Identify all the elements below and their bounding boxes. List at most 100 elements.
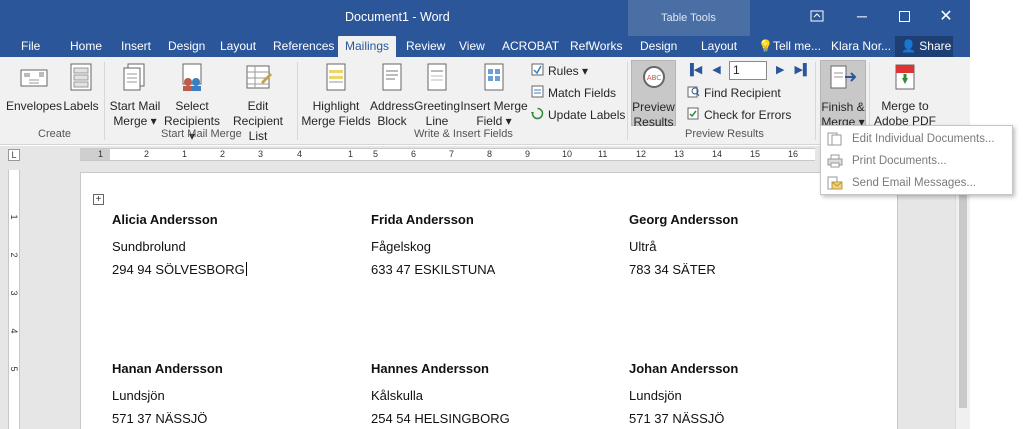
- next-record-icon[interactable]: ▶: [776, 63, 784, 76]
- envelope-icon: [5, 62, 63, 96]
- tab-references[interactable]: References: [273, 36, 334, 57]
- menu-item-label: Send Email Messages...: [852, 177, 977, 189]
- address-label[interactable]: Hanan Andersson Lundsjön 571 37 NÄSSJÖ: [112, 361, 223, 429]
- share-button[interactable]: 👤 Share: [895, 36, 953, 57]
- start-mail-merge-label-2: Merge ▾: [113, 114, 157, 128]
- update-labels-button[interactable]: Update Labels: [531, 107, 625, 123]
- last-record-icon[interactable]: ▶▌: [794, 63, 810, 76]
- close-button[interactable]: ✕: [932, 5, 960, 27]
- ruler-number: 1: [348, 149, 354, 159]
- recipient-name: Frida Andersson: [371, 212, 474, 227]
- address-block-button[interactable]: Address Block: [369, 62, 415, 129]
- ruler-number: 3: [258, 149, 264, 159]
- envelopes-button[interactable]: Envelopes: [5, 62, 63, 114]
- previous-record-icon[interactable]: ◀: [712, 63, 720, 76]
- address-label[interactable]: Georg Andersson Ultrå 783 34 SÄTER: [629, 212, 738, 285]
- rules-button[interactable]: Rules ▾: [531, 63, 588, 79]
- match-fields-button[interactable]: Match Fields: [531, 85, 616, 101]
- group-separator: [104, 62, 105, 140]
- insert-merge-field-button[interactable]: Insert Merge Field ▾: [460, 62, 528, 129]
- horizontal-ruler[interactable]: 1 2 1 1 2 3 4 5 6 7 8 9 10 11 12 13 14 1…: [80, 148, 815, 161]
- finish-merge-icon: [821, 63, 865, 97]
- tab-acrobat[interactable]: ACROBAT: [502, 36, 559, 57]
- finish-merge-button[interactable]: Finish & Merge ▾: [820, 60, 866, 129]
- update-labels-icon: [531, 107, 544, 123]
- tab-layout[interactable]: Layout: [220, 36, 256, 57]
- greeting-line-button[interactable]: Greeting Line: [414, 62, 460, 129]
- start-mail-merge-icon: [107, 62, 163, 96]
- labels-button[interactable]: Labels: [62, 62, 100, 114]
- tab-home[interactable]: Home: [70, 36, 102, 57]
- table-move-handle-icon[interactable]: +: [93, 194, 104, 205]
- person-icon: 👤: [901, 39, 916, 53]
- group-separator: [627, 62, 628, 140]
- preview-results-button[interactable]: ABC Preview Results: [631, 60, 676, 129]
- vertical-ruler[interactable]: 1 2 3 4 5: [8, 170, 20, 429]
- menu-item-label: Print Documents...: [852, 155, 947, 167]
- first-record-icon[interactable]: ▐◀: [686, 63, 702, 76]
- edit-list-icon: [223, 62, 293, 96]
- ruler-number: 1: [98, 149, 104, 159]
- vertical-scrollbar[interactable]: [955, 164, 970, 429]
- address-label[interactable]: Frida Andersson Fågelskog 633 47 ESKILST…: [371, 212, 495, 285]
- recipient-city: 571 37 NÄSSJÖ: [629, 411, 725, 426]
- tab-mailings[interactable]: Mailings: [338, 36, 397, 57]
- address-label[interactable]: Johan Andersson Lundsjön 571 37 NÄSSJÖ: [629, 361, 738, 429]
- highlight-merge-fields-button[interactable]: Highlight Merge Fields: [301, 62, 371, 129]
- highlight-label-2: Merge Fields: [301, 114, 371, 128]
- edit-recipient-list-label-1: Edit: [247, 99, 269, 113]
- group-write-insert-label: Write & Insert Fields: [414, 128, 513, 140]
- address-label[interactable]: Alicia Andersson Sundbrolund 294 94 SÖLV…: [112, 212, 247, 285]
- match-fields-label: Match Fields: [548, 86, 617, 100]
- find-recipient-label: Find Recipient: [704, 86, 781, 100]
- menu-item-print-documents[interactable]: Print Documents...: [821, 150, 1012, 172]
- menu-item-edit-documents[interactable]: Edit Individual Documents...: [821, 128, 1012, 150]
- menu-item-send-email[interactable]: Send Email Messages...: [821, 172, 1012, 194]
- recipient-name: Alicia Andersson: [112, 212, 218, 227]
- finish-merge-label-1: Finish &: [821, 100, 865, 114]
- check-errors-button[interactable]: Check for Errors: [687, 107, 791, 123]
- find-recipient-button[interactable]: Find Recipient: [687, 85, 781, 101]
- user-name[interactable]: Klara Nor...: [831, 36, 891, 57]
- tab-table-layout[interactable]: Layout: [701, 36, 737, 57]
- tab-selector[interactable]: L: [8, 149, 20, 161]
- ribbon-display-options-icon[interactable]: [803, 5, 831, 27]
- vertical-ruler-number: 3: [9, 290, 19, 296]
- finish-merge-menu: Edit Individual Documents... Print Docum…: [820, 125, 1013, 195]
- labels-label: Labels: [63, 99, 99, 113]
- tab-insert[interactable]: Insert: [121, 36, 151, 57]
- minimize-button[interactable]: ─: [848, 5, 876, 27]
- recipient-name: Johan Andersson: [629, 361, 739, 376]
- tell-me-box[interactable]: 💡Tell me...: [758, 36, 821, 57]
- update-labels-label: Update Labels: [548, 108, 626, 122]
- tab-review[interactable]: Review: [406, 36, 445, 57]
- start-mail-merge-button[interactable]: Start Mail Merge ▾: [107, 62, 163, 129]
- tab-refworks[interactable]: RefWorks: [570, 36, 622, 57]
- merge-to-adobe-pdf-button[interactable]: Merge to Adobe PDF: [872, 62, 938, 129]
- record-navigation-next: ▶ ▶▌: [776, 63, 811, 76]
- vertical-ruler-number: 4: [9, 328, 19, 334]
- tab-table-design[interactable]: Design: [640, 36, 677, 57]
- recipient-city: 294 94 SÖLVESBORG: [112, 262, 245, 277]
- rules-icon: [531, 63, 544, 79]
- greeting-line-icon: [414, 62, 460, 96]
- tab-design[interactable]: Design: [168, 36, 205, 57]
- ruler-number: 14: [712, 149, 723, 159]
- desktop-background: [970, 0, 1023, 429]
- labels-icon: [62, 62, 100, 96]
- address-label[interactable]: Hannes Andersson Kålskulla 254 54 HELSIN…: [371, 361, 510, 429]
- address-block-label-2: Block: [377, 114, 407, 128]
- address-block-label-1: Address: [369, 99, 415, 113]
- record-number-input[interactable]: 1: [729, 61, 767, 80]
- maximize-button[interactable]: [890, 5, 918, 27]
- ruler-number: 1: [182, 149, 188, 159]
- tab-file[interactable]: File: [21, 36, 40, 57]
- edit-documents-icon: [827, 132, 843, 146]
- ruler-number: 10: [562, 149, 573, 159]
- adobe-pdf-label-1: Merge to: [881, 99, 929, 113]
- tab-view[interactable]: View: [459, 36, 485, 57]
- group-create-label: Create: [38, 128, 72, 140]
- table-tools-label: Table Tools: [661, 12, 716, 24]
- scrollbar-thumb[interactable]: [959, 168, 967, 408]
- group-separator: [815, 62, 816, 140]
